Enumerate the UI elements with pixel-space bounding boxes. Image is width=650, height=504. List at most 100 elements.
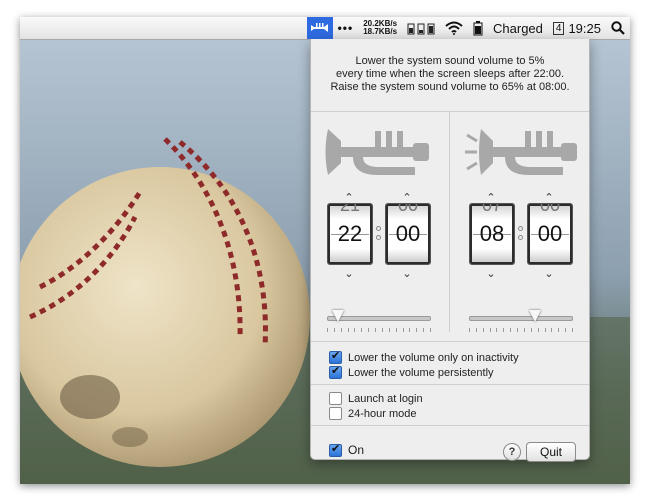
date-badge: 4 xyxy=(552,21,565,35)
time-separator xyxy=(518,222,523,244)
persistent-lower-checkbox[interactable]: Lower the volume persistently xyxy=(329,364,494,379)
description-line: Lower the system sound volume to 5% xyxy=(355,55,545,67)
raise-minute-wheel[interactable]: 00 00 xyxy=(527,203,573,265)
help-button[interactable]: ? xyxy=(503,443,521,461)
clock[interactable]: 4 19:25 xyxy=(548,17,606,39)
divider xyxy=(311,341,589,342)
24-hour-mode-checkbox[interactable]: 24-hour mode xyxy=(329,407,417,420)
battery-icon[interactable] xyxy=(468,17,488,39)
launch-at-login-checkbox[interactable]: Launch at login xyxy=(329,392,423,405)
memory-meter-icon[interactable] xyxy=(402,17,440,39)
slider-tick xyxy=(476,328,477,332)
divider xyxy=(311,384,589,385)
hour-prev: 07 xyxy=(481,203,503,215)
checkbox-box[interactable] xyxy=(329,349,342,364)
slider-tick xyxy=(503,328,504,332)
inactivity-only-checkbox[interactable]: Lower the volume only on inactivity xyxy=(329,349,519,364)
divider xyxy=(449,112,450,332)
slider-track xyxy=(469,316,573,321)
slider-tick xyxy=(517,328,518,332)
slider-tick xyxy=(348,328,349,332)
slider-ticks xyxy=(469,328,573,332)
checkbox-label: 24-hour mode xyxy=(348,407,417,420)
hour-up-button[interactable]: ⌃ xyxy=(327,193,371,204)
slider-tick xyxy=(430,328,431,332)
slider-tick xyxy=(396,328,397,332)
description-line: Raise the system sound volume to 65% at … xyxy=(330,81,570,93)
network-speed[interactable]: 20.2KB/s 18.7KB/s xyxy=(358,17,402,39)
volume-scheduler-popover: Lower the system sound volume to 5% ever… xyxy=(310,39,590,462)
checkbox-label: Lower the volume persistently xyxy=(348,366,494,379)
slider-knob[interactable] xyxy=(331,310,344,322)
slider-tick xyxy=(469,328,470,332)
slider-tick xyxy=(389,328,390,332)
slider-tick xyxy=(354,328,355,332)
slider-tick xyxy=(416,328,417,332)
checkbox-label: Launch at login xyxy=(348,392,423,405)
slider-tick xyxy=(551,328,552,332)
wifi-icon[interactable] xyxy=(440,17,468,39)
slider-tick xyxy=(510,328,511,332)
slider-tick xyxy=(423,328,424,332)
hour-prev: 21 xyxy=(339,203,361,215)
minute-down-button[interactable]: ⌄ xyxy=(527,269,571,280)
slider-tick xyxy=(572,328,573,332)
slider-tick xyxy=(531,328,532,332)
screen: ••• 20.2KB/s 18.7KB/s Charged 4 19:25 Lo… xyxy=(20,17,630,484)
checkbox-box[interactable] xyxy=(329,392,342,405)
slider-ticks xyxy=(327,328,431,332)
on-toggle-checkbox[interactable]: On xyxy=(329,442,365,457)
trumpet-muted-icon xyxy=(325,129,429,175)
on-label: On xyxy=(348,443,365,457)
raise-hour-wheel[interactable]: 07 08 xyxy=(469,203,515,265)
minute-up-button[interactable]: ⌃ xyxy=(385,193,429,204)
raise-minute-value: 00 xyxy=(537,221,563,246)
menu-bar: ••• 20.2KB/s 18.7KB/s Charged 4 19:25 xyxy=(20,17,630,40)
slider-tick xyxy=(565,328,566,332)
slider-tick xyxy=(490,328,491,332)
divider xyxy=(311,425,589,426)
hour-down-button[interactable]: ⌄ xyxy=(327,269,371,280)
minute-down-button[interactable]: ⌄ xyxy=(385,269,429,280)
slider-tick xyxy=(341,328,342,332)
lower-hour-value: 22 xyxy=(337,221,363,246)
slider-tick xyxy=(524,328,525,332)
slider-tick xyxy=(327,328,328,332)
search-icon[interactable] xyxy=(606,17,630,39)
slider-tick xyxy=(375,328,376,332)
lower-hour-wheel[interactable]: 21 22 xyxy=(327,203,373,265)
slider-tick xyxy=(496,328,497,332)
description-line: every time when the screen sleeps after … xyxy=(335,68,565,80)
trumpet-menu-icon[interactable] xyxy=(306,17,333,39)
slider-tick xyxy=(361,328,362,332)
clock-time: 19:25 xyxy=(568,20,601,36)
slider-tick xyxy=(483,328,484,332)
net-down-rate: 18.7KB/s xyxy=(363,27,398,36)
checkbox-box[interactable] xyxy=(329,407,342,420)
slider-tick xyxy=(545,328,546,332)
lower-minute-wheel[interactable]: 00 00 xyxy=(385,203,431,265)
slider-tick xyxy=(368,328,369,332)
trumpet-loud-icon xyxy=(465,129,577,175)
minute-up-button[interactable]: ⌃ xyxy=(527,193,571,204)
hour-down-button[interactable]: ⌄ xyxy=(469,269,513,280)
schedule-description: Lower the system sound volume to 5% ever… xyxy=(311,55,589,94)
hour-up-button[interactable]: ⌃ xyxy=(469,193,513,204)
slider-tick xyxy=(558,328,559,332)
checkbox-box[interactable] xyxy=(329,364,342,379)
slider-knob[interactable] xyxy=(528,310,541,322)
raise-volume-slider[interactable] xyxy=(469,310,573,325)
ellipsis-icon[interactable]: ••• xyxy=(333,17,359,39)
raise-hour-value: 08 xyxy=(479,221,505,246)
checkbox-label: Lower the volume only on inactivity xyxy=(348,351,519,364)
minute-prev: 00 xyxy=(539,203,561,215)
divider xyxy=(311,111,589,112)
checkbox-box[interactable] xyxy=(329,442,342,457)
time-separator xyxy=(376,222,381,244)
slider-tick xyxy=(334,328,335,332)
slider-tick xyxy=(403,328,404,332)
quit-button[interactable]: Quit xyxy=(526,442,576,462)
minute-prev: 00 xyxy=(397,203,419,215)
battery-status[interactable]: Charged xyxy=(488,17,548,39)
lower-volume-slider[interactable] xyxy=(327,310,431,325)
